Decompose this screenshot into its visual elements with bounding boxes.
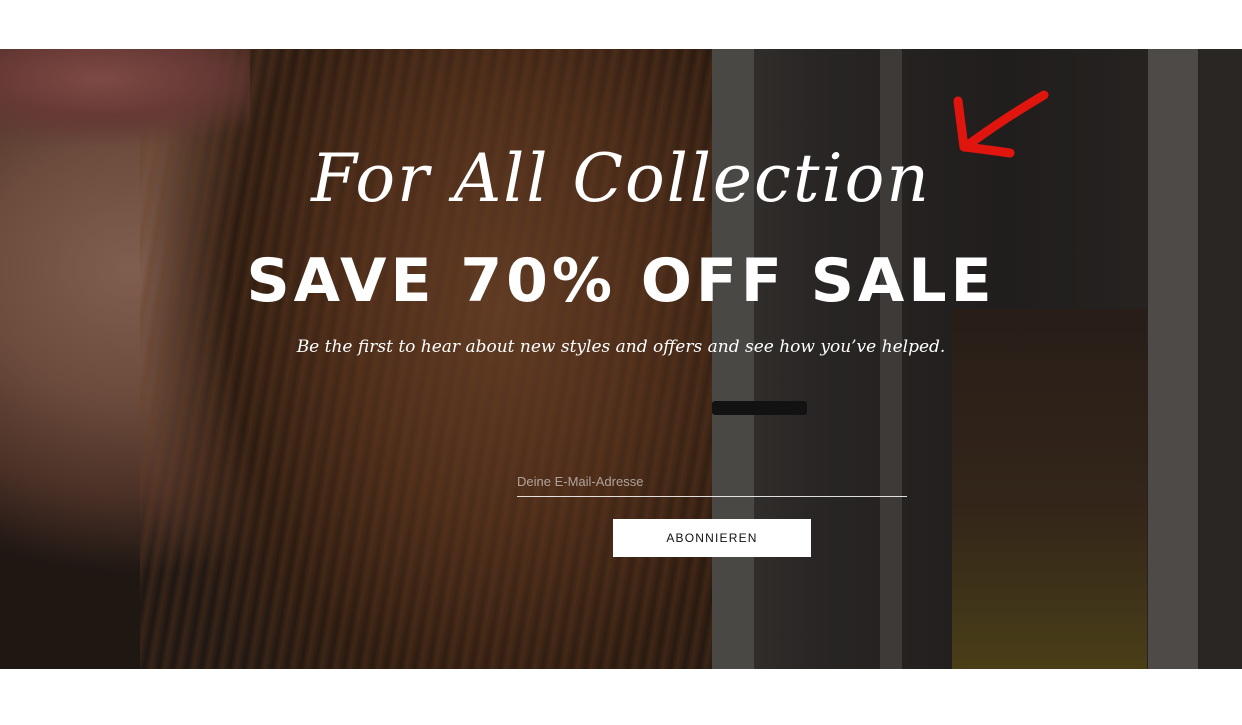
arrow-down-left-icon — [953, 90, 1049, 158]
sale-headline: SAVE 70% OFF SALE — [246, 246, 996, 316]
email-input[interactable] — [517, 467, 907, 497]
subscribe-button[interactable]: ABONNIEREN — [613, 519, 811, 557]
hero-subtitle: Be the first to hear about new styles an… — [296, 337, 946, 357]
hero-content: For All Collection SAVE 70% OFF SALE Be … — [0, 49, 1242, 669]
script-title: For All Collection — [311, 140, 931, 217]
hero-banner: For All Collection SAVE 70% OFF SALE Be … — [0, 49, 1242, 669]
